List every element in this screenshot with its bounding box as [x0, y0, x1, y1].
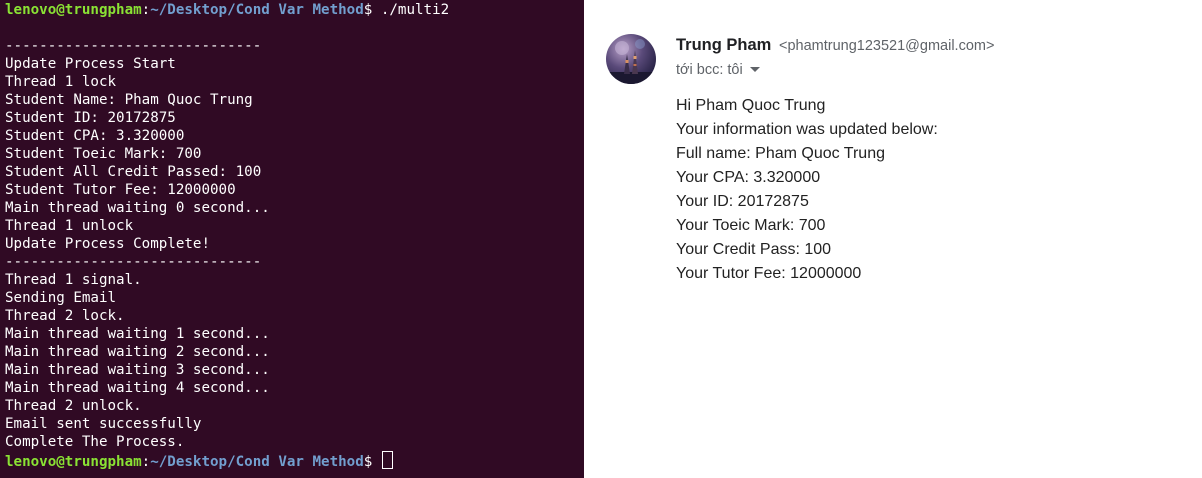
terminal-line: Thread 1 lock [5, 74, 117, 90]
terminal-cursor[interactable] [381, 451, 393, 469]
prompt-separator: : [141, 454, 151, 470]
terminal-line: ------------------------------ [5, 254, 262, 270]
email-body-line: Your Credit Pass: 100 [676, 241, 832, 258]
email-body-line: Your ID: 20172875 [676, 193, 809, 210]
terminal-line: Student All Credit Passed: 100 [5, 164, 262, 180]
email-message: Trung Pham <phamtrung123521@gmail.com> t… [584, 0, 1202, 478]
prompt-separator: : [141, 2, 151, 18]
prompt-path: ~/Desktop/Cond Var Method [150, 454, 364, 470]
terminal-line: Thread 2 unlock. [5, 398, 142, 414]
terminal-line: Main thread waiting 1 second... [5, 326, 270, 342]
terminal-line: Student Tutor Fee: 12000000 [5, 182, 236, 198]
terminal-line: Update Process Complete! [5, 236, 210, 252]
terminal-line: Student ID: 20172875 [5, 110, 176, 126]
terminal-window[interactable]: lenovo@trungpham:~/Desktop/Cond Var Meth… [0, 0, 584, 478]
sender-name[interactable]: Trung Pham [676, 36, 771, 55]
terminal-line: Email sent successfully [5, 416, 202, 432]
terminal-line: ------------------------------ [5, 38, 262, 54]
terminal-command-line: lenovo@trungpham:~/Desktop/Cond Var Meth… [5, 1, 449, 19]
prompt-command: ./multi2 [372, 2, 450, 18]
email-body-line: Your Toeic Mark: 700 [676, 217, 826, 234]
terminal-output: lenovo@trungpham:~/Desktop/Cond Var Meth… [5, 1, 449, 470]
terminal-line: Thread 2 lock. [5, 308, 125, 324]
prompt-path: ~/Desktop/Cond Var Method [150, 2, 364, 18]
email-body-line: Your information was updated below: [676, 121, 938, 138]
terminal-line: Student Name: Pham Quoc Trung [5, 92, 253, 108]
email-body-line: Your Tutor Fee: 12000000 [676, 265, 862, 282]
chevron-down-icon[interactable] [749, 67, 760, 72]
terminal-line: Thread 1 signal. [5, 272, 142, 288]
terminal-line: Student CPA: 3.320000 [5, 128, 185, 144]
sender-email: <phamtrung123521@gmail.com> [779, 38, 995, 54]
terminal-final-prompt: lenovo@trungpham:~/Desktop/Cond Var Meth… [5, 451, 449, 470]
recipient-text: tới bcc: tôi [676, 62, 743, 78]
sender-avatar[interactable] [606, 34, 656, 84]
avatar-image-icon [606, 39, 656, 84]
email-body: Hi Pham Quoc Trung Your information was … [676, 96, 938, 288]
terminal-line: Main thread waiting 0 second... [5, 200, 270, 216]
prompt-user-host: lenovo@trungpham [5, 454, 142, 470]
email-body-line: Hi Pham Quoc Trung [676, 97, 826, 114]
terminal-line: Thread 1 unlock [5, 218, 134, 234]
email-body-line: Your CPA: 3.320000 [676, 169, 821, 186]
terminal-line: Update Process Start [5, 56, 176, 72]
terminal-line: Main thread waiting 4 second... [5, 380, 270, 396]
terminal-line: Complete The Process. [5, 434, 185, 450]
prompt-user-host: lenovo@trungpham [5, 2, 142, 18]
terminal-line: Sending Email [5, 290, 117, 306]
terminal-line: Main thread waiting 2 second... [5, 344, 270, 360]
recipient-details[interactable]: tới bcc: tôi [676, 62, 760, 78]
terminal-line: Student Toeic Mark: 700 [5, 146, 202, 162]
terminal-line: Main thread waiting 3 second... [5, 362, 270, 378]
email-body-line: Full name: Pham Quoc Trung [676, 145, 885, 162]
prompt-dollar: $ [363, 454, 381, 470]
screenshot-root: lenovo@trungpham:~/Desktop/Cond Var Meth… [0, 0, 1202, 478]
